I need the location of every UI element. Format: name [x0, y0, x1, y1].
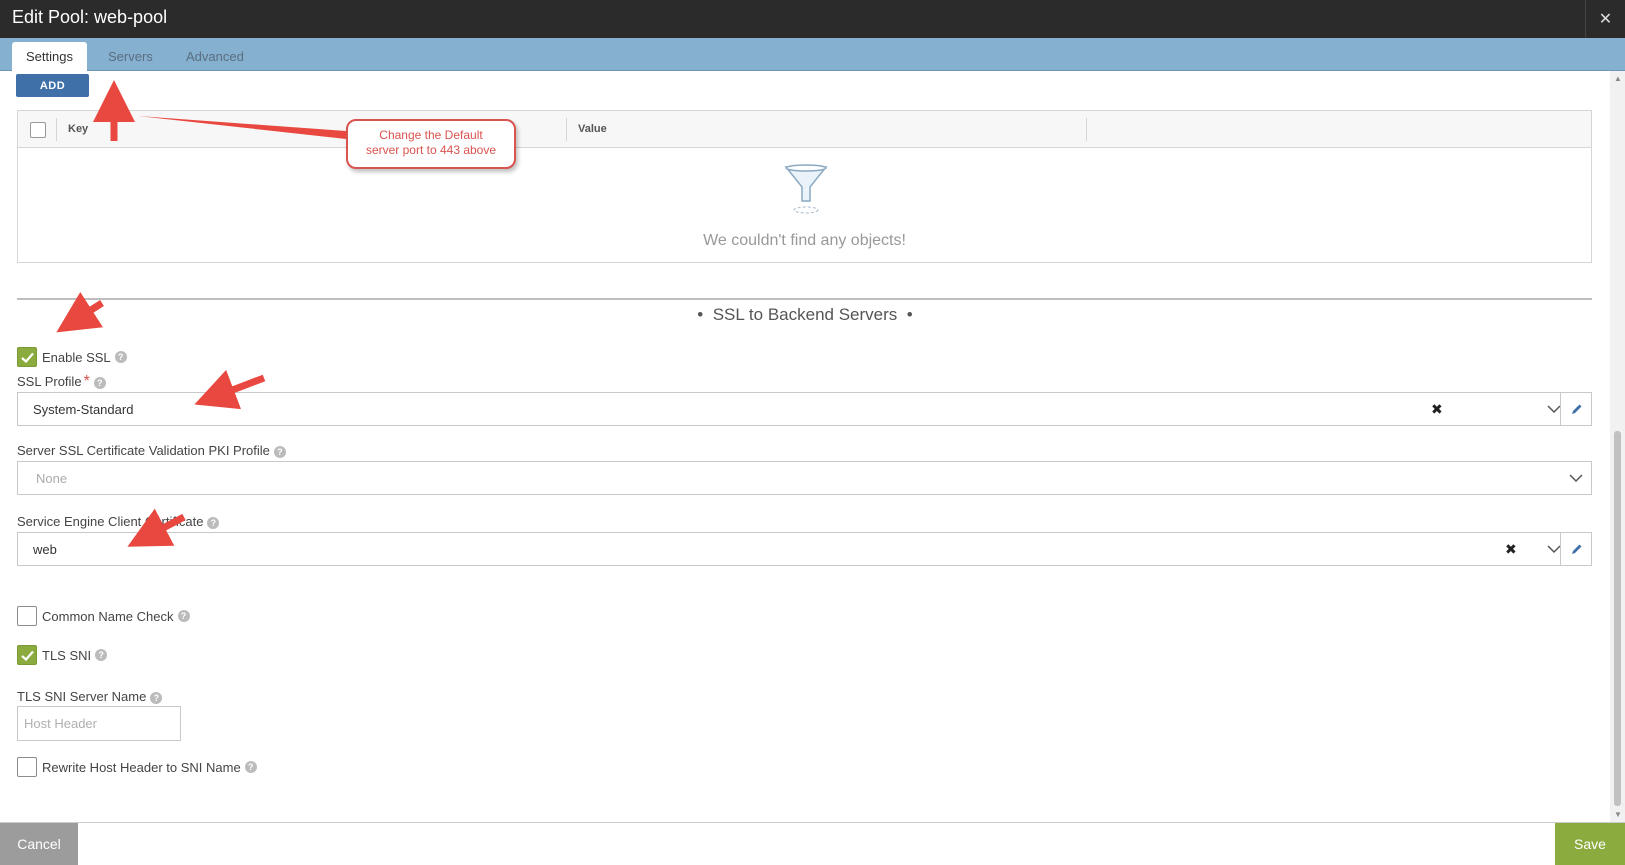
ssl-profile-select[interactable]: System-Standard ✖ [17, 392, 1592, 426]
title-bar: Edit Pool: web-pool ✕ [0, 0, 1625, 38]
column-separator [1086, 118, 1087, 141]
edit-ssl-profile-button[interactable] [1560, 393, 1591, 425]
client-cert-field-label: Service Engine Client Certificate? [17, 514, 220, 529]
chevron-down-icon[interactable] [1568, 472, 1584, 484]
tab-advanced[interactable]: Advanced [172, 42, 258, 71]
settings-panel: ADD Key Value We couldn't find any objec… [0, 71, 1610, 822]
scrollbar-thumb[interactable] [1614, 431, 1621, 806]
tab-settings[interactable]: Settings [12, 42, 87, 71]
pki-profile-field-label: Server SSL Certificate Validation PKI Pr… [17, 443, 286, 458]
scroll-down-icon[interactable]: ▼ [1614, 810, 1622, 819]
bullet-left: • [697, 305, 704, 324]
tls-sni-label: TLS SNI [42, 647, 92, 663]
help-icon[interactable]: ? [95, 649, 108, 661]
empty-message: We couldn't find any objects! [703, 232, 906, 249]
enable-ssl-label: Enable SSL [42, 349, 111, 365]
rewrite-host-header-checkbox[interactable] [17, 757, 37, 777]
client-cert-select[interactable]: web ✖ [17, 532, 1592, 566]
enable-ssl-row: Enable SSL ? [17, 347, 127, 367]
common-name-check-label: Common Name Check [42, 608, 174, 624]
section-title: • SSL to Backend Servers • [0, 305, 1610, 325]
common-name-check-row: Common Name Check ? [17, 606, 190, 626]
pki-profile-placeholder: None [36, 471, 68, 486]
edit-client-cert-button[interactable] [1560, 533, 1591, 565]
help-icon[interactable]: ? [273, 446, 286, 458]
ssl-profile-value: System-Standard [33, 402, 134, 417]
checkmark-icon [20, 650, 34, 661]
help-icon[interactable]: ? [177, 610, 190, 622]
tls-sni-checkbox[interactable] [17, 645, 37, 665]
footer-bar: Cancel Save [0, 822, 1625, 865]
select-all-checkbox[interactable] [30, 122, 46, 138]
help-icon[interactable]: ? [93, 377, 106, 389]
help-icon[interactable]: ? [114, 351, 127, 363]
callout-line-1: Change the Default [379, 128, 483, 142]
pencil-icon [1571, 544, 1581, 554]
section-title-text: SSL to Backend Servers [712, 305, 898, 324]
pencil-icon [1571, 404, 1581, 414]
client-cert-label: Service Engine Client Certificate [17, 514, 204, 529]
tls-sni-server-name-input[interactable] [17, 706, 181, 741]
window-title: Edit Pool: web-pool [12, 7, 168, 27]
close-icon[interactable]: ✕ [1585, 0, 1625, 38]
add-button[interactable]: ADD [16, 74, 89, 97]
column-value[interactable]: Value [566, 111, 607, 148]
ssl-profile-field-label: SSL Profile *? [17, 373, 106, 391]
common-name-check-checkbox[interactable] [17, 606, 37, 626]
client-cert-value: web [33, 542, 57, 557]
clear-icon[interactable]: ✖ [1431, 401, 1443, 418]
scrollbar[interactable]: ▲ ▼ [1610, 71, 1625, 822]
save-button[interactable]: Save [1555, 823, 1625, 865]
rewrite-host-header-label: Rewrite Host Header to SNI Name [42, 759, 241, 775]
funnel-icon [784, 164, 828, 214]
help-icon[interactable]: ? [207, 517, 220, 529]
grid-header: Key Value [18, 111, 1591, 148]
bullet-right: • [906, 305, 913, 324]
tls-sni-server-name-field-label: TLS SNI Server Name? [17, 689, 163, 704]
pki-profile-label: Server SSL Certificate Validation PKI Pr… [17, 443, 270, 458]
column-key[interactable]: Key [56, 111, 88, 148]
help-icon[interactable]: ? [244, 761, 257, 773]
scroll-up-icon[interactable]: ▲ [1614, 74, 1622, 83]
callout-line-2: server port to 443 above [365, 143, 497, 157]
ssl-profile-label: SSL Profile [17, 374, 82, 389]
cancel-button[interactable]: Cancel [0, 823, 78, 865]
checkmark-icon [20, 352, 34, 363]
rewrite-host-header-row: Rewrite Host Header to SNI Name ? [17, 757, 257, 777]
tls-sni-row: TLS SNI ? [17, 645, 108, 665]
help-icon[interactable]: ? [150, 692, 163, 704]
required-mark: * [83, 373, 90, 390]
tls-sni-server-name-label: TLS SNI Server Name [17, 689, 147, 704]
clear-icon[interactable]: ✖ [1505, 541, 1517, 558]
enable-ssl-checkbox[interactable] [17, 347, 37, 367]
pki-profile-select[interactable]: None [17, 461, 1592, 495]
key-value-grid: Key Value We couldn't find any objects! [17, 110, 1592, 263]
annotation-callout: Change the Default server port to 443 ab… [346, 119, 516, 169]
tab-bar: Settings Servers Advanced [0, 38, 1625, 71]
tab-servers[interactable]: Servers [94, 42, 167, 71]
